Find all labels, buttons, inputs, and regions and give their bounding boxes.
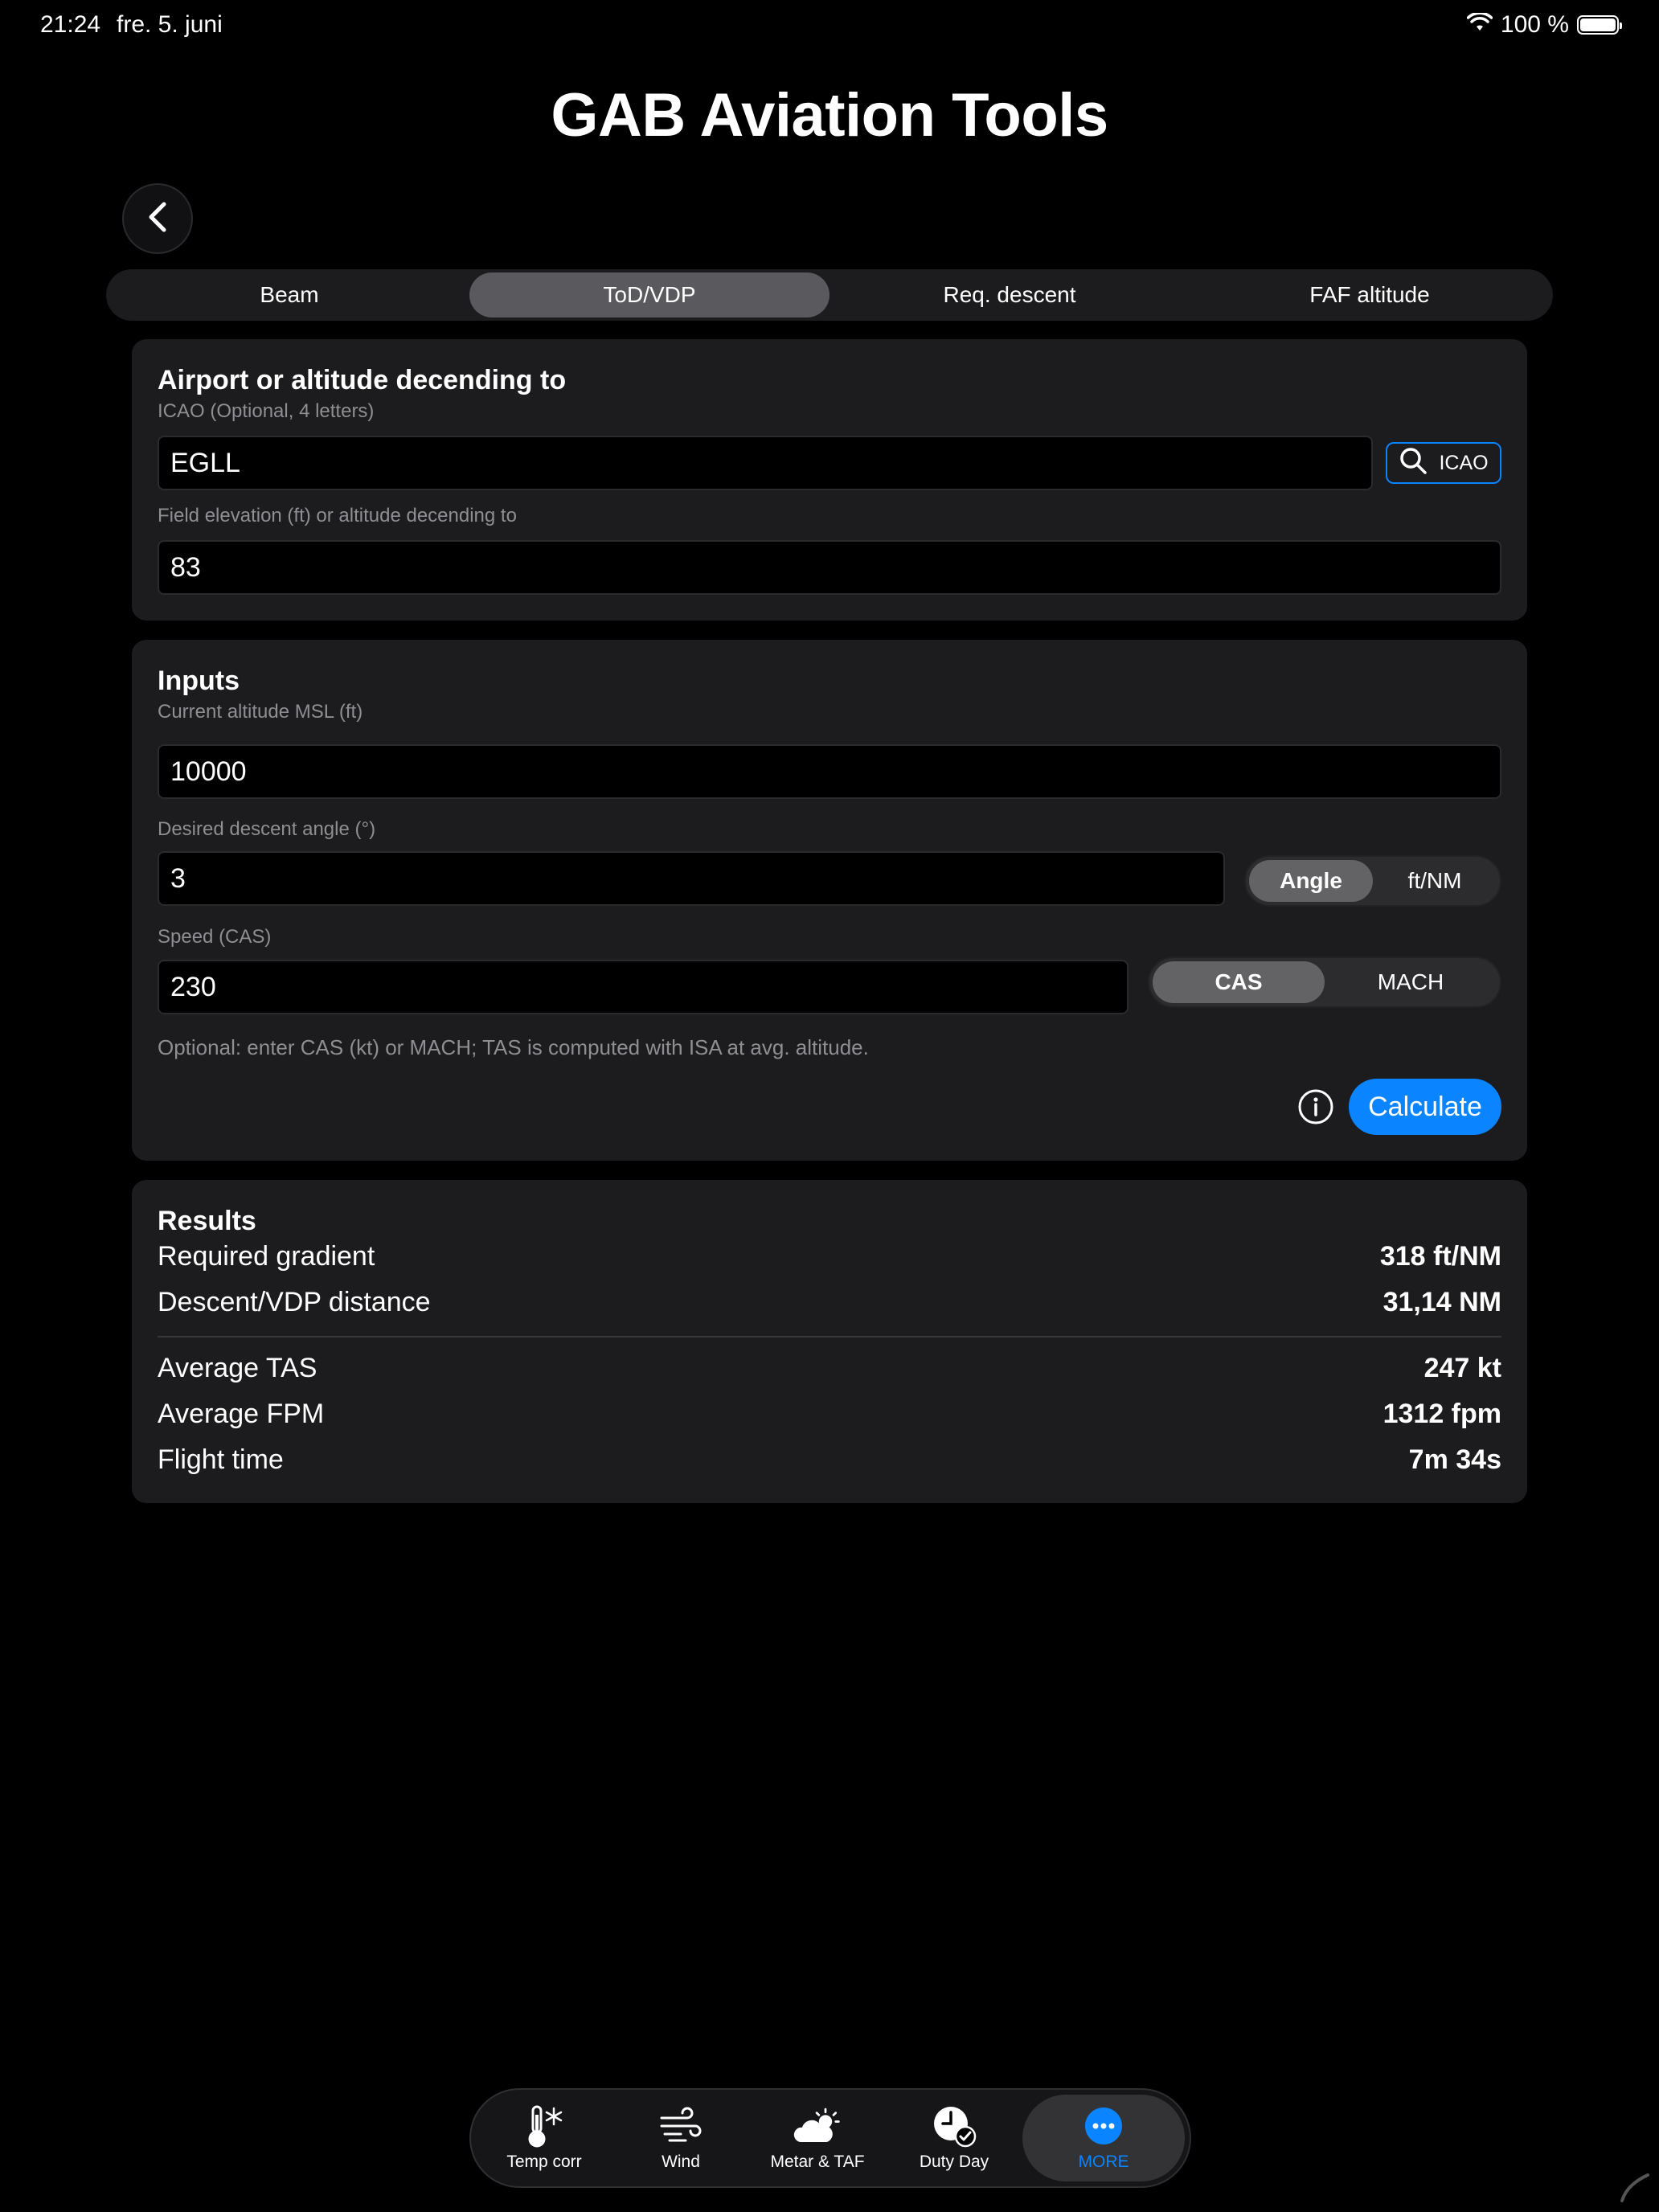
icao-button-label: ICAO [1439,451,1489,474]
inputs-card-title: Inputs [158,666,240,696]
result-value: 1312 fpm [1382,1399,1501,1429]
tab-beam[interactable]: Beam [109,272,469,317]
elevation-label: Field elevation (ft) or altitude decendi… [158,505,517,526]
elevation-input[interactable]: 83 [158,540,1501,595]
icao-input[interactable]: EGLL [158,436,1373,490]
result-label: Required gradient [158,1241,375,1272]
result-row: Descent/VDP distance 31,14 NM [158,1287,1501,1318]
corner-indicator [1619,2172,1651,2204]
wifi-icon [1466,11,1493,39]
inputs-card: Inputs Current altitude MSL (ft) 10000 D… [132,640,1527,1161]
clock-check-icon [930,2104,978,2148]
angle-label: Desired descent angle (°) [158,818,376,840]
tabbar-item-wind[interactable]: Wind [612,2095,749,2181]
tabbar-label: Duty Day [919,2153,989,2171]
mode-tabs: Beam ToD/VDP Req. descent FAF altitude [106,269,1553,321]
tab-faf-altitude[interactable]: FAF altitude [1190,272,1550,317]
airport-card-title: Airport or altitude decending to [158,365,567,395]
calculate-button[interactable]: Calculate [1349,1079,1501,1135]
result-value: 31,14 NM [1382,1287,1501,1317]
angle-mode-ftnm[interactable]: ft/NM [1373,860,1497,902]
chevron-left-icon [146,201,169,237]
airport-card: Airport or altitude decending to ICAO (O… [132,339,1527,621]
screen: 21:24 fre. 5. juni 100 % GAB Aviation To… [0,0,1659,2212]
bottom-tab-bar: Temp corr Wind Metar & TAF Duty Day MORE [469,2088,1191,2188]
result-label: Average FPM [158,1399,325,1429]
search-icon [1399,446,1428,481]
tab-req-descent[interactable]: Req. descent [830,272,1190,317]
tabbar-item-more[interactable]: MORE [1022,2095,1185,2181]
status-indicators: 100 % [1466,11,1622,39]
tab-tod-vdp[interactable]: ToD/VDP [469,272,830,317]
angle-mode-angle[interactable]: Angle [1249,860,1373,902]
speed-mode-cas[interactable]: CAS [1153,961,1325,1003]
results-card-title: Results [158,1206,256,1236]
info-icon[interactable] [1297,1088,1334,1125]
tabbar-item-duty-day[interactable]: Duty Day [886,2095,1022,2181]
speed-mode-mach[interactable]: MACH [1325,961,1497,1003]
angle-mode-toggle: Angle ft/NM [1244,855,1501,907]
tabbar-item-temp-corr[interactable]: Temp corr [476,2095,612,2181]
result-row: Average FPM 1312 fpm [158,1399,1501,1430]
wind-icon [657,2104,705,2148]
result-value: 247 kt [1423,1353,1501,1383]
result-row: Flight time 7m 34s [158,1444,1501,1476]
app-title: GAB Aviation Tools [551,81,1108,150]
result-row: Average TAS 247 kt [158,1353,1501,1384]
tabbar-item-metar-taf[interactable]: Metar & TAF [749,2095,886,2181]
tabbar-label: Wind [662,2153,700,2171]
result-label: Descent/VDP distance [158,1287,431,1317]
tabbar-label: MORE [1078,2153,1129,2171]
status-time: 21:24 [40,11,101,38]
speed-input[interactable]: 230 [158,960,1129,1014]
thermometer-snowflake-icon [520,2104,568,2148]
icao-search-button[interactable]: ICAO [1386,442,1501,484]
tabbar-label: Metar & TAF [770,2153,865,2171]
result-label: Flight time [158,1444,284,1475]
result-value: 7m 34s [1408,1444,1501,1475]
results-card: Results Required gradient 318 ft/NM Desc… [132,1180,1527,1503]
status-bar: 21:24 fre. 5. juni 100 % [0,0,1659,51]
result-row: Required gradient 318 ft/NM [158,1241,1501,1272]
angle-input[interactable]: 3 [158,851,1225,906]
result-label: Average TAS [158,1353,317,1383]
tabbar-label: Temp corr [506,2153,582,2171]
battery-percent: 100 % [1500,11,1569,38]
battery-icon [1577,15,1622,35]
status-date: fre. 5. juni [117,11,223,38]
altitude-label: Current altitude MSL (ft) [158,701,363,723]
cloud-sun-icon [793,2104,842,2148]
result-value: 318 ft/NM [1379,1241,1501,1272]
speed-mode-toggle: CAS MACH [1148,956,1501,1008]
altitude-input[interactable]: 10000 [158,744,1501,799]
back-button[interactable] [122,183,193,254]
more-ellipsis-icon [1079,2104,1128,2148]
speed-hint: Optional: enter CAS (kt) or MACH; TAS is… [158,1035,869,1059]
speed-label: Speed (CAS) [158,926,272,948]
icao-label: ICAO (Optional, 4 letters) [158,400,375,422]
results-divider [158,1336,1501,1337]
